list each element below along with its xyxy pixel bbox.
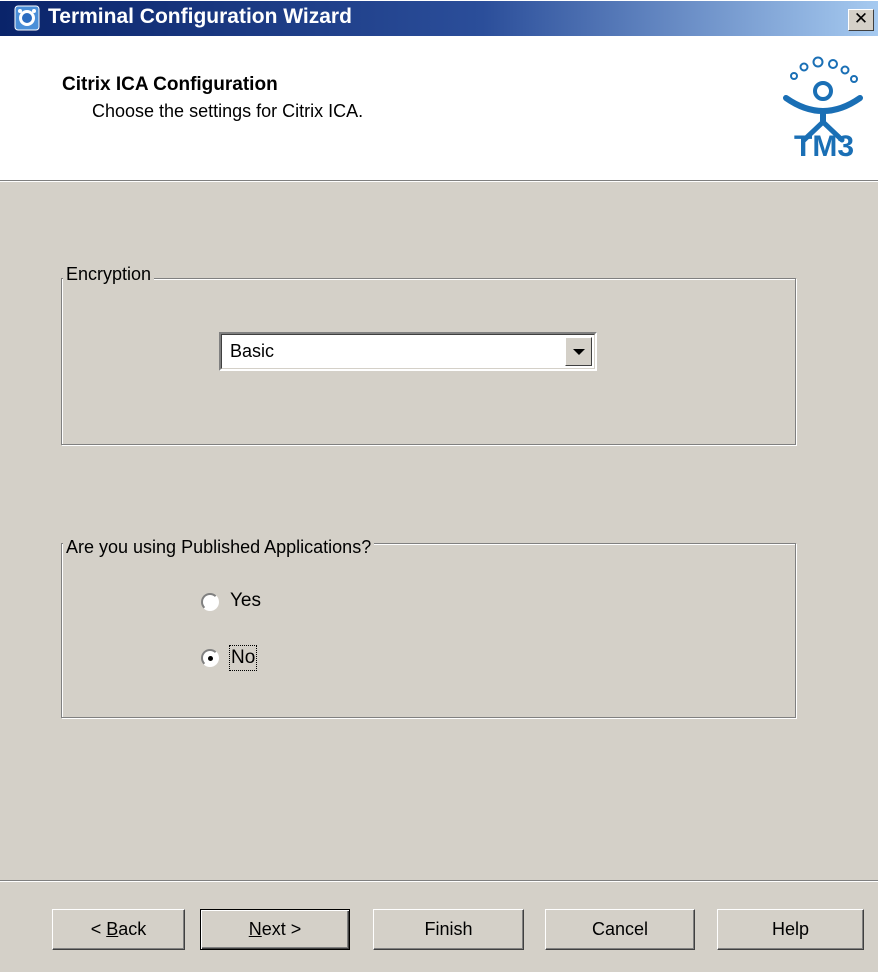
finish-button-label: Finish <box>424 919 473 939</box>
next-button[interactable]: Next > <box>200 909 350 950</box>
close-icon: ✕ <box>853 9 869 29</box>
back-button[interactable]: < Back <box>52 909 185 950</box>
encryption-selected-value: Basic <box>230 341 275 361</box>
published-apps-legend: Are you using Published Applications? <box>63 537 375 558</box>
page-subtitle: Choose the settings for Citrix ICA. <box>92 101 364 121</box>
back-button-label: < Back <box>90 919 147 939</box>
radio-selected-dot <box>208 656 213 661</box>
window-title: Terminal Configuration Wizard <box>48 5 352 28</box>
radio-no-label[interactable]: No <box>228 645 258 671</box>
page-title: Citrix ICA Configuration <box>62 74 278 95</box>
next-button-label: Next > <box>248 919 302 939</box>
encryption-dropdown[interactable]: Basic <box>219 332 597 371</box>
tm3-logo: TM3 <box>783 56 863 162</box>
radio-no[interactable] <box>201 649 219 667</box>
help-button-label: Help <box>771 919 810 939</box>
header-divider-highlight <box>0 181 878 182</box>
close-button[interactable]: ✕ <box>848 9 874 31</box>
radio-yes-label[interactable]: Yes <box>230 590 261 612</box>
cancel-button[interactable]: Cancel <box>545 909 695 950</box>
cancel-button-label: Cancel <box>591 919 649 939</box>
chevron-down-icon[interactable] <box>565 337 592 366</box>
footer-divider-highlight <box>0 881 878 882</box>
help-button[interactable]: Help <box>717 909 864 950</box>
radio-yes[interactable] <box>201 593 219 611</box>
published-apps-group <box>61 543 796 718</box>
finish-button[interactable]: Finish <box>373 909 524 950</box>
logo-text: TM3 <box>794 130 854 162</box>
encryption-legend: Encryption <box>63 264 155 285</box>
app-icon <box>14 5 40 31</box>
